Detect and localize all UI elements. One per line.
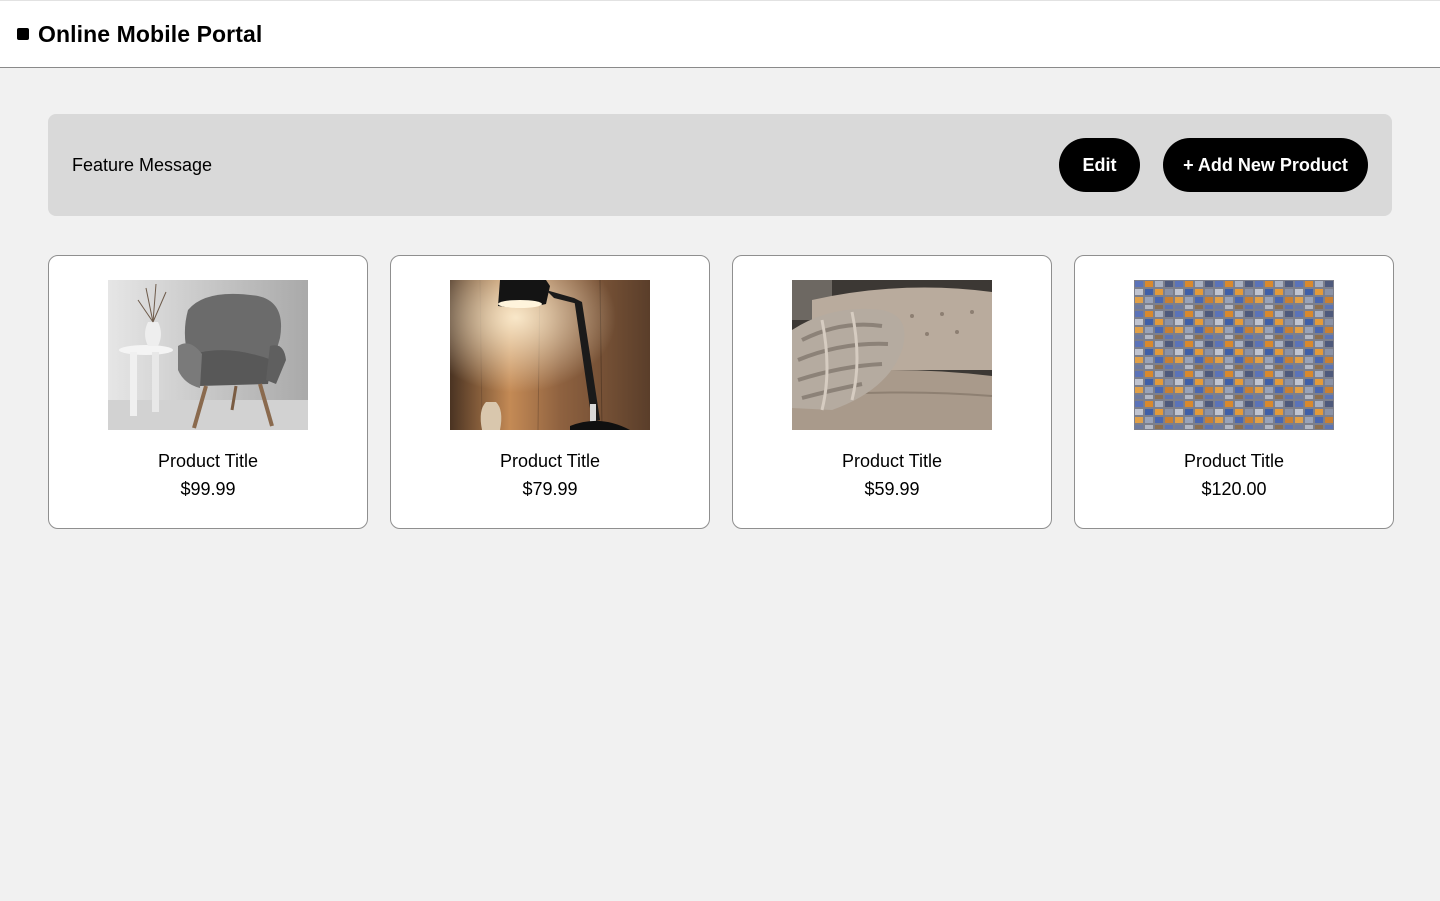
app-title: Online Mobile Portal — [38, 20, 263, 47]
product-price: $99.99 — [180, 479, 236, 499]
feature-banner: Feature Message Edit + Add New Product — [48, 114, 1392, 216]
desk-lamp-image[interactable] — [450, 280, 650, 430]
product-title[interactable]: Product Title — [500, 450, 600, 472]
product-card[interactable]: Product Title $99.99 — [48, 255, 368, 529]
product-card[interactable]: Product Title $79.99 — [390, 255, 710, 529]
add-new-product-button[interactable]: + Add New Product — [1163, 138, 1368, 192]
product-price: $79.99 — [522, 479, 578, 499]
mosaic-tile-image[interactable] — [1134, 280, 1334, 430]
product-title[interactable]: Product Title — [158, 450, 258, 472]
product-card[interactable]: Product Title $59.99 — [732, 255, 1052, 529]
product-grid: Product Title $99.99 Product Title $79.9… — [48, 255, 1394, 529]
armchair-image[interactable] — [108, 280, 308, 430]
knit-blanket-image[interactable] — [792, 280, 992, 430]
product-title[interactable]: Product Title — [842, 450, 942, 472]
product-price: $59.99 — [864, 479, 920, 499]
product-price: $120.00 — [1201, 479, 1267, 499]
edit-button[interactable]: Edit — [1059, 138, 1140, 192]
product-card[interactable]: Product Title $120.00 — [1074, 255, 1394, 529]
square-logo-icon — [17, 27, 29, 40]
product-title[interactable]: Product Title — [1184, 450, 1284, 472]
feature-message: Feature Message — [72, 154, 213, 175]
top-header: Online Mobile Portal — [0, 0, 1440, 68]
